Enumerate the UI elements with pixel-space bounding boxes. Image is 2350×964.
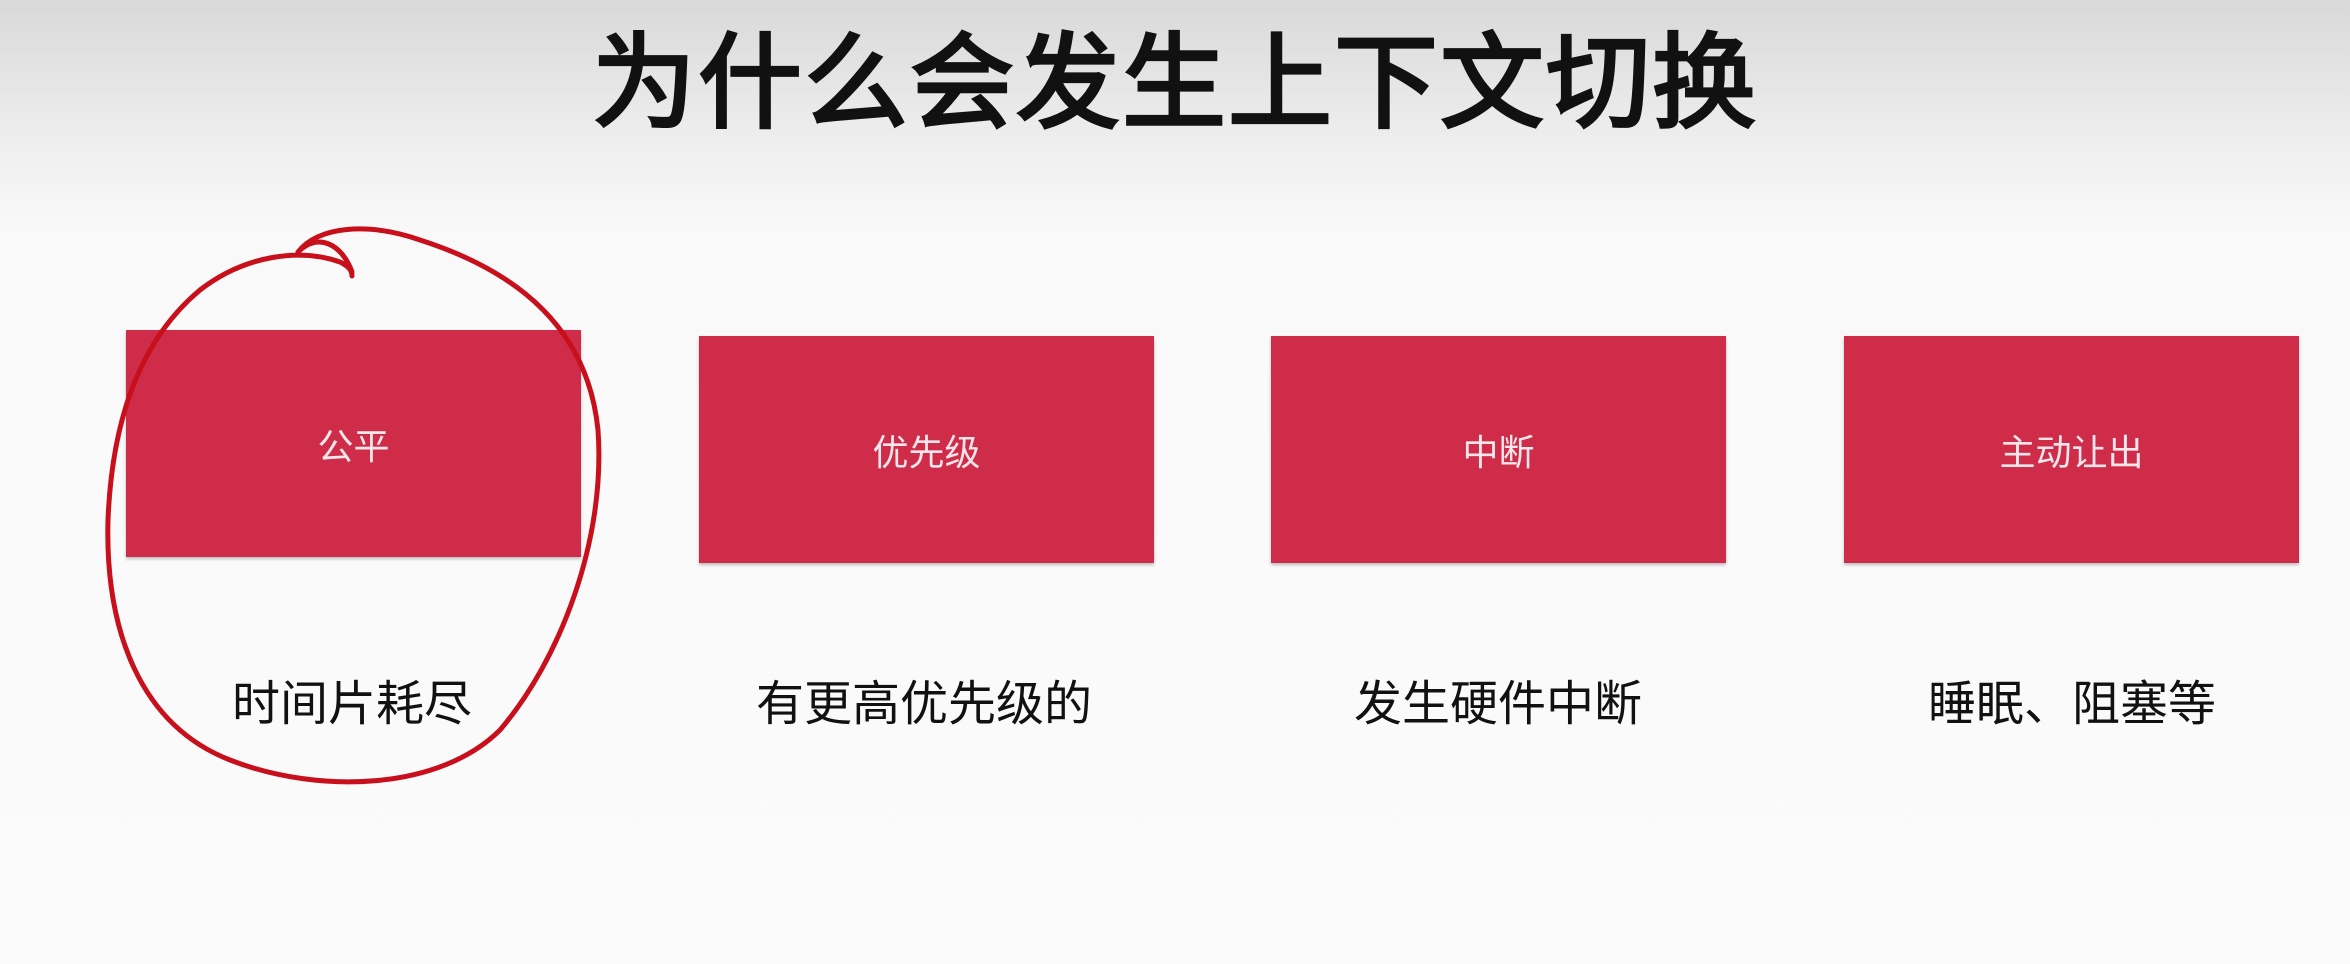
reason-box-fair: 公平 [126,330,581,557]
reason-box-interrupt: 中断 [1271,336,1726,563]
reason-caption-priority: 有更高优先级的 [755,676,1092,732]
reason-box-label: 中断 [1462,432,1535,474]
reason-box-label: 主动让出 [1999,432,2144,474]
reason-caption-interrupt: 发生硬件中断 [1353,676,1642,732]
reason-caption-fair: 时间片耗尽 [231,676,472,732]
reason-box-label: 优先级 [872,432,981,474]
reason-box-yield: 主动让出 [1844,336,2299,563]
reason-box-priority: 优先级 [699,336,1154,563]
reason-box-label: 公平 [317,426,390,468]
slide-title: 为什么会发生上下文切换 [591,21,1758,144]
reason-caption-yield: 睡眠、阻塞等 [1927,676,2216,732]
